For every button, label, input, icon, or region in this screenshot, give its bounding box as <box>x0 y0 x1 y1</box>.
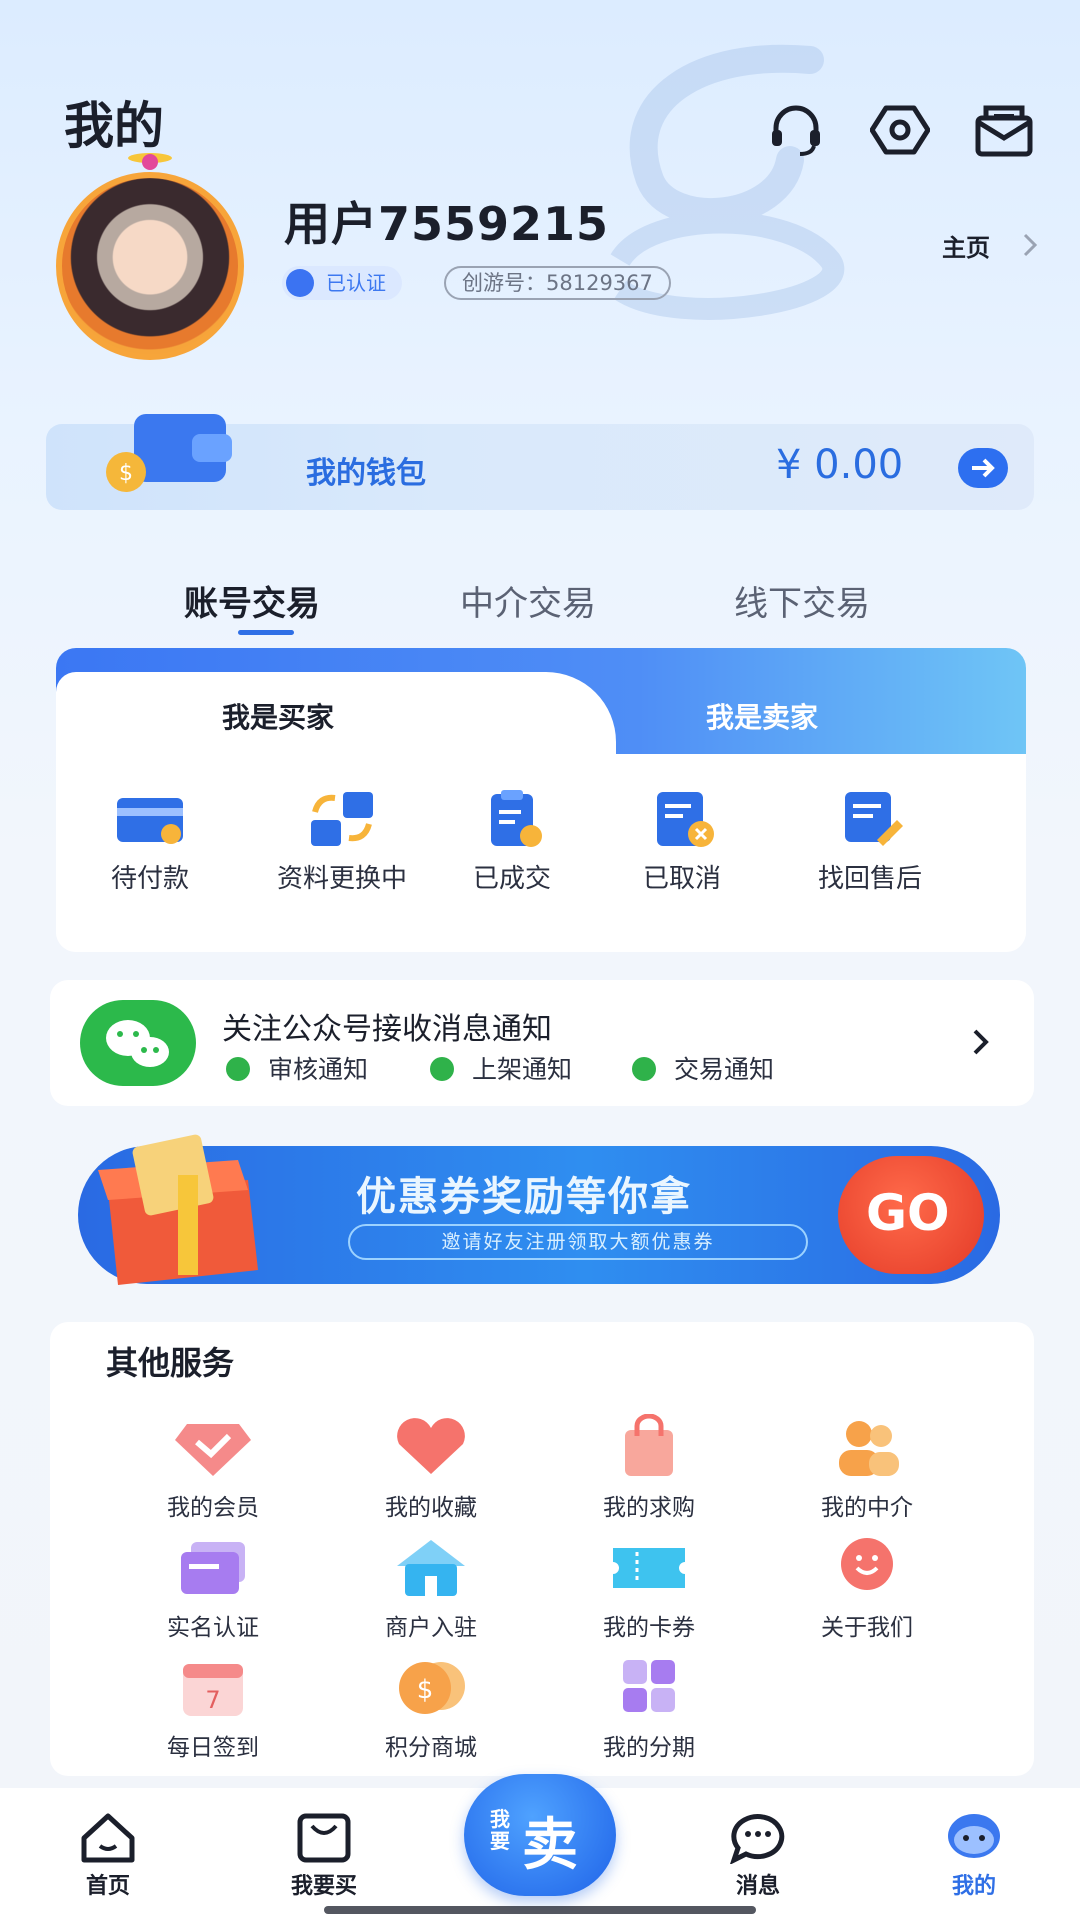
order-info-changing[interactable]: 资料更换中 <box>252 788 432 895</box>
services-title: 其他服务 <box>106 1344 235 1382</box>
orders-card: 我是买家 我是卖家 待付款 资料更换中 已成交 已取消 找回售后 <box>56 648 1026 952</box>
arrow-right-icon[interactable] <box>958 448 1008 488</box>
avatar[interactable] <box>56 172 244 360</box>
id-card-icon <box>181 1542 245 1594</box>
notify-title: 关注公众号接收消息通知 <box>222 1012 552 1047</box>
service-daily-checkin[interactable]: 7 每日签到 <box>118 1654 308 1762</box>
username: 用户7559215 <box>284 197 610 251</box>
notify-item: 审核通知 <box>226 1050 368 1086</box>
card-clock-icon <box>117 798 183 844</box>
promo-subtitle: 邀请好友注册领取大额优惠券 <box>348 1224 808 1260</box>
tab-agent-trade[interactable]: 中介交易 <box>460 576 596 625</box>
order-completed[interactable]: 已成交 <box>422 788 602 895</box>
tab-seller[interactable]: 我是卖家 <box>706 696 818 736</box>
member-icon <box>175 1424 251 1476</box>
smile-bubble-icon <box>841 1538 893 1590</box>
bag-icon <box>297 1813 351 1863</box>
profile-face-icon <box>948 1814 1000 1858</box>
nav-buy[interactable]: 我要买 <box>254 1810 394 1900</box>
homepage-link[interactable]: 主页 <box>942 228 990 263</box>
promo-title: 优惠券奖励等你拿 <box>356 1174 692 1220</box>
service-merchant[interactable]: 商户入驻 <box>336 1534 526 1642</box>
wallet-balance: ¥ 0.00 <box>776 442 904 488</box>
nav-profile[interactable]: 我的 <box>904 1810 1044 1900</box>
mail-icon[interactable] <box>974 100 1034 160</box>
settings-hex-icon[interactable] <box>870 100 930 160</box>
shop-house-icon <box>397 1540 465 1596</box>
nav-messages[interactable]: 消息 <box>688 1810 828 1900</box>
order-label: 待付款 <box>110 864 189 894</box>
svg-text:$: $ <box>119 461 133 486</box>
order-after-sales[interactable]: 找回售后 <box>780 788 960 895</box>
check-icon <box>632 1057 656 1081</box>
tab-offline-trade[interactable]: 线下交易 <box>734 576 870 625</box>
wallet-label: 我的钱包 <box>306 456 426 491</box>
heart-icon <box>397 1418 465 1474</box>
chat-icon <box>730 1814 785 1864</box>
service-points-mall[interactable]: $ 积分商城 <box>336 1654 526 1762</box>
service-wanted[interactable]: 我的求购 <box>554 1414 744 1522</box>
svg-text:7: 7 <box>205 1686 220 1714</box>
order-label: 已取消 <box>642 864 721 894</box>
wechat-icon <box>80 1000 196 1086</box>
service-agent[interactable]: 我的中介 <box>772 1414 962 1522</box>
clipboard-check-icon <box>491 790 542 847</box>
people-icon <box>839 1421 899 1476</box>
diamond-badge-icon <box>286 269 314 297</box>
service-membership[interactable]: 我的会员 <box>118 1414 308 1522</box>
service-coupons[interactable]: 我的卡券 <box>554 1534 744 1642</box>
check-icon <box>226 1057 250 1081</box>
order-cancelled[interactable]: 已取消 <box>592 788 772 895</box>
chevron-right-icon[interactable] <box>972 1028 990 1056</box>
wallet-icon: $ <box>106 414 232 492</box>
tab-account-trade[interactable]: 账号交易 <box>184 576 320 625</box>
service-installments[interactable]: 我的分期 <box>554 1654 744 1762</box>
sell-small-label: 我要 <box>490 1807 510 1853</box>
order-label: 资料更换中 <box>276 864 407 894</box>
notify-item: 交易通知 <box>632 1050 774 1086</box>
doc-edit-icon <box>845 792 903 846</box>
coin-icon: $ <box>399 1662 465 1714</box>
gift-box-icon <box>98 1134 258 1285</box>
headset-icon[interactable] <box>766 100 826 160</box>
service-about-us[interactable]: 关于我们 <box>772 1534 962 1642</box>
order-pending-payment[interactable]: 待付款 <box>60 788 240 895</box>
service-favorites[interactable]: 我的收藏 <box>336 1414 526 1522</box>
nav-home[interactable]: 首页 <box>38 1810 178 1900</box>
verified-label: 已认证 <box>326 271 386 295</box>
home-icon <box>81 1813 135 1863</box>
shopping-bag-icon <box>625 1414 673 1476</box>
tab-buyer[interactable]: 我是买家 <box>222 696 334 736</box>
svg-text:$: $ <box>417 1675 434 1705</box>
swap-blocks-icon <box>311 792 373 846</box>
order-label: 已成交 <box>472 864 551 894</box>
notify-item: 上架通知 <box>430 1050 572 1086</box>
service-real-name[interactable]: 实名认证 <box>118 1534 308 1642</box>
home-indicator <box>324 1906 756 1914</box>
order-label: 找回售后 <box>817 864 922 894</box>
check-icon <box>430 1057 454 1081</box>
uid-chip[interactable]: 创游号：58129367 <box>444 266 671 300</box>
verified-badge: 已认证 <box>282 266 402 300</box>
doc-cancel-icon <box>657 792 714 847</box>
chevron-right-icon[interactable] <box>1020 232 1040 258</box>
avatar-frame-propeller-icon <box>128 153 172 170</box>
grid-icon <box>623 1660 675 1712</box>
ticket-icon <box>613 1548 685 1588</box>
go-label: GO <box>866 1184 950 1242</box>
calendar-icon: 7 <box>183 1664 243 1716</box>
tab-active-indicator <box>238 630 294 635</box>
sell-big-label: 卖 <box>522 1813 578 1878</box>
